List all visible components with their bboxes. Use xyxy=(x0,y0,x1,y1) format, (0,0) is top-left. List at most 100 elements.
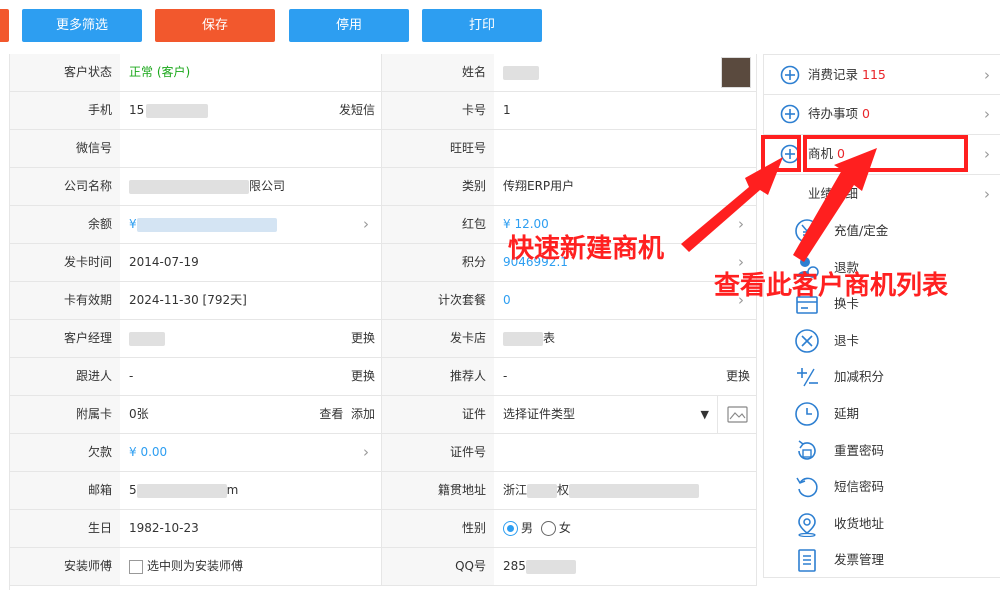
form-row: 安装师傅 选中则为安装师傅 QQ号 285 xyxy=(10,548,757,586)
redacted-text xyxy=(527,483,558,498)
birthday-value[interactable]: 1982-10-23 xyxy=(120,510,382,547)
balance-field[interactable]: ¥ › xyxy=(120,206,382,243)
redacted-text xyxy=(129,331,165,346)
toolbar: 更多筛选 保存 停用 打印 xyxy=(0,0,1000,52)
debt-field[interactable]: ¥ 0.00 › xyxy=(120,434,382,471)
company-field[interactable]: 限公司 xyxy=(120,168,382,205)
redacted-text xyxy=(525,559,576,574)
email-value-suffix: m xyxy=(226,483,239,497)
save-button[interactable]: 保存 xyxy=(155,9,275,42)
category-value[interactable]: 传翔ERP用户 xyxy=(494,168,757,205)
count-pkg-label: 计次套餐 xyxy=(382,282,494,319)
clock-icon xyxy=(795,402,819,426)
gender-label: 性别 xyxy=(382,510,494,547)
print-button[interactable]: 打印 xyxy=(422,9,542,42)
avatar[interactable] xyxy=(721,57,751,88)
email-label: 邮箱 xyxy=(10,472,120,509)
email-value-prefix: 5 xyxy=(129,483,137,497)
action-item[interactable]: 发票管理 xyxy=(764,541,1000,578)
performance-item[interactable]: 业绩明细 › xyxy=(764,175,1000,213)
native-addr-field[interactable]: 浙江 权 xyxy=(494,472,757,509)
annotation-quick-create: 快速新建商机 xyxy=(508,234,665,264)
send-sms-link[interactable]: 发短信 xyxy=(339,92,375,129)
reset-lock-icon xyxy=(798,439,816,460)
disable-button[interactable]: 停用 xyxy=(289,9,409,42)
form-row: 客户状态 正常 (客户) 姓名 xyxy=(10,54,757,92)
change-manager-link[interactable]: 更换 xyxy=(351,320,375,357)
email-field[interactable]: 5m xyxy=(120,472,382,509)
wechat-label: 微信号 xyxy=(10,130,120,167)
phone-label: 手机 xyxy=(10,92,120,129)
redacted-text xyxy=(569,483,700,498)
valid-until-label: 卡有效期 xyxy=(10,282,120,319)
gender-female-label: 女 xyxy=(558,521,571,535)
action-item[interactable]: 延期 xyxy=(764,395,1000,432)
consume-record-item[interactable]: 消费记录 115 › xyxy=(764,56,1000,94)
follower-label: 跟进人 xyxy=(10,358,120,395)
form-row: 客户经理 更换 发卡店 表 xyxy=(10,320,757,358)
location-icon xyxy=(798,512,816,537)
action-item[interactable]: 短信密码 xyxy=(764,468,1000,505)
action-item[interactable]: 收货地址 xyxy=(764,505,1000,542)
issue-store-field: 表 xyxy=(494,320,757,357)
qq-value: 285 xyxy=(503,559,526,573)
redacted-text xyxy=(146,103,209,118)
refresh-icon xyxy=(796,477,818,498)
balance-value: ¥ xyxy=(129,217,137,231)
cert-no-input[interactable] xyxy=(494,434,757,471)
qq-field[interactable]: 285 xyxy=(494,548,757,585)
action-item[interactable]: 加减积分 xyxy=(764,358,1000,395)
installer-checkbox[interactable] xyxy=(129,559,143,574)
action-label: 重置密码 xyxy=(834,442,885,458)
wangwang-label: 旺旺号 xyxy=(382,130,494,167)
card-no-value[interactable]: 1 xyxy=(494,92,757,129)
name-field[interactable] xyxy=(494,54,757,91)
wechat-input[interactable] xyxy=(120,130,382,167)
plus-circle-icon xyxy=(780,65,800,85)
yen-circle-icon xyxy=(795,219,819,243)
referrer-label: 推荐人 xyxy=(382,358,494,395)
chevron-right-icon: › xyxy=(738,215,744,233)
plus-circle-icon[interactable] xyxy=(780,144,800,164)
partial-button[interactable] xyxy=(0,9,9,42)
gender-female-radio[interactable] xyxy=(540,521,556,536)
more-filter-button[interactable]: 更多筛选 xyxy=(22,9,142,42)
todo-count: 0 xyxy=(862,106,870,121)
form-row: 卡有效期 2024-11-30 [792天] 计次套餐 0 › xyxy=(10,282,757,320)
caret-down-icon: ▼ xyxy=(700,408,709,421)
certificate-select[interactable]: 选择证件类型 ▼ xyxy=(494,396,718,433)
change-follower-link[interactable]: 更换 xyxy=(351,358,375,395)
opportunity-label: 商机 xyxy=(808,146,834,161)
wangwang-input[interactable] xyxy=(494,130,757,167)
change-referrer-link[interactable]: 更换 xyxy=(726,358,750,395)
action-label: 收货地址 xyxy=(834,515,885,531)
installer-field: 选中则为安装师傅 xyxy=(120,548,382,585)
image-icon xyxy=(727,406,748,423)
form-row: 欠款 ¥ 0.00 › 证件号 xyxy=(10,434,757,472)
action-item[interactable]: 退卡 xyxy=(764,322,1000,359)
todo-item[interactable]: 待办事项 0 › xyxy=(764,95,1000,133)
phone-field[interactable]: 15 发短信 xyxy=(120,92,382,129)
sub-card-label: 附属卡 xyxy=(10,396,120,433)
action-label: 发票管理 xyxy=(834,552,885,568)
installer-checkbox-label: 选中则为安装师傅 xyxy=(147,559,244,573)
count-pkg-value: 0 xyxy=(503,293,511,307)
view-sub-card-link[interactable]: 查看 xyxy=(319,407,343,421)
action-item[interactable]: 充值/定金 xyxy=(764,212,1000,249)
close-circle-icon xyxy=(795,328,819,353)
certificate-select-value: 选择证件类型 xyxy=(503,407,576,421)
opportunity-item[interactable]: 商机 0 › xyxy=(764,135,1000,173)
image-upload-button[interactable] xyxy=(718,396,756,433)
action-item[interactable]: 重置密码 xyxy=(764,432,1000,469)
valid-until-value: 2024-11-30 [792天] xyxy=(120,282,382,319)
todo-label: 待办事项 xyxy=(808,106,859,121)
add-sub-card-link[interactable]: 添加 xyxy=(351,407,375,421)
category-label: 类别 xyxy=(382,168,494,205)
company-label: 公司名称 xyxy=(10,168,120,205)
company-value: 限公司 xyxy=(249,179,286,193)
form-row: 手机 15 发短信 卡号 1 xyxy=(10,92,757,130)
form-row: 公司名称 限公司 类别 传翔ERP用户 xyxy=(10,168,757,206)
follower-value: - xyxy=(129,369,134,383)
chevron-right-icon: › xyxy=(363,443,369,461)
gender-male-radio[interactable] xyxy=(503,521,518,536)
